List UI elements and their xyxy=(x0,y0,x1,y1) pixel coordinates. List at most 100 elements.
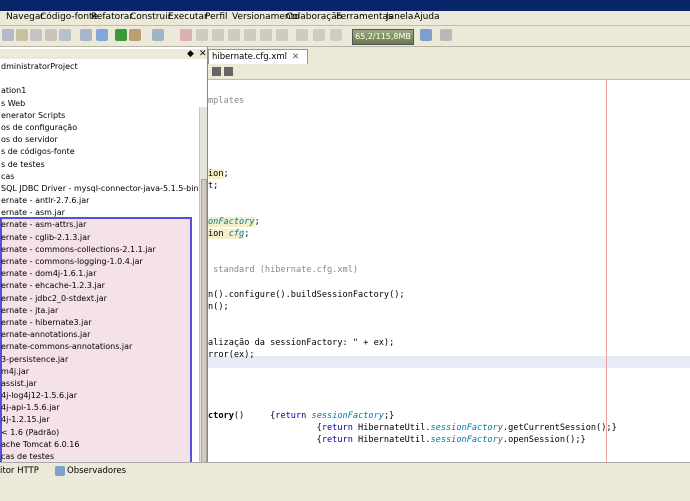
tree-item[interactable]: ernate - antlr-2.7.6.jar xyxy=(0,195,200,207)
gc-icon[interactable] xyxy=(420,29,432,41)
stop-icon[interactable] xyxy=(180,29,192,41)
code-line: {return HibernateUtil.sessionFactory.ope… xyxy=(208,434,586,446)
menu-ferramentas[interactable]: Ferramentas xyxy=(336,12,393,22)
tree-item[interactable]: ernate - jta.jar xyxy=(0,305,200,317)
menu-codigo-fonte[interactable]: Código-fonte xyxy=(40,12,98,22)
undo-icon[interactable] xyxy=(59,29,71,41)
code-token: ; xyxy=(244,229,250,240)
tree-item[interactable] xyxy=(0,73,200,85)
code-token: { xyxy=(208,434,322,445)
scrollbar-thumb[interactable] xyxy=(201,179,207,462)
continue-icon[interactable] xyxy=(212,29,224,41)
tree-item[interactable]: os do servidor xyxy=(0,134,200,146)
tree-item[interactable]: ernate-annotations.jar xyxy=(0,329,200,341)
tree-item[interactable]: ernate - asm-attrs.jar xyxy=(0,219,200,231)
clean-build-icon[interactable] xyxy=(96,29,108,41)
open-project-icon[interactable] xyxy=(16,29,28,41)
tree-item[interactable]: cas xyxy=(0,171,200,183)
tab-label: hibernate.cfg.xml xyxy=(212,52,288,62)
step-into-icon[interactable] xyxy=(244,29,256,41)
save-all-icon[interactable] xyxy=(30,29,42,41)
tree-item[interactable]: s de códigos-fonte xyxy=(0,146,200,158)
tree-item[interactable]: enerator Scripts xyxy=(0,110,200,122)
menu-refatorar[interactable]: Refatorar xyxy=(91,12,133,22)
source-view-icon[interactable] xyxy=(212,67,221,76)
menu-executar[interactable]: Executar xyxy=(168,12,208,22)
menu-construir[interactable]: Construir xyxy=(130,12,171,22)
right-margin-line xyxy=(606,79,607,462)
tree-item[interactable]: cas de testes xyxy=(0,451,200,462)
tree-item[interactable]: ernate - ehcache-1.2.3.jar xyxy=(0,280,200,292)
pause-icon[interactable] xyxy=(196,29,208,41)
code-token: t; xyxy=(208,180,219,191)
tree-item[interactable]: os de configuração xyxy=(0,122,200,134)
close-tab-icon[interactable]: ✕ xyxy=(292,52,299,62)
code-token: sessionFactory xyxy=(430,434,503,445)
code-token: () { xyxy=(233,410,276,421)
memory-indicator[interactable]: 65,2/115,8MB xyxy=(352,29,414,45)
tree-item[interactable]: ernate - hibernate3.jar xyxy=(0,317,200,329)
run-to-cursor-icon[interactable] xyxy=(276,29,288,41)
code-line: ion cfg; xyxy=(208,228,249,240)
tab-http-monitor[interactable]: itor HTTP xyxy=(0,465,39,477)
tree-item[interactable]: s de testes xyxy=(0,159,200,171)
tree-item[interactable]: ation1 xyxy=(0,85,200,97)
profile-icon[interactable] xyxy=(152,29,164,41)
tree-item[interactable]: 4j-1.2.15.jar xyxy=(0,414,200,426)
restore-icon[interactable]: ◆ xyxy=(187,49,194,59)
tree-item[interactable]: ernate - dom4j-1.6.1.jar xyxy=(0,268,200,280)
menu-perfil[interactable]: Perfil xyxy=(205,12,228,22)
editor-tab-bar: hibernate.cfg.xml ✕ xyxy=(208,47,690,65)
tree-item[interactable]: ernate - cglib-2.1.3.jar xyxy=(0,232,200,244)
close-icon[interactable]: ✕ xyxy=(199,49,207,59)
tree-item[interactable]: m4j.jar xyxy=(0,366,200,378)
code-line: rror(ex); xyxy=(208,349,255,361)
window-title-bar xyxy=(0,0,690,11)
menu-janela[interactable]: Janela xyxy=(386,12,413,22)
code-token: sessionFactory xyxy=(311,410,384,421)
code-token: { xyxy=(208,422,322,433)
code-line: ion; xyxy=(208,168,229,180)
tree-item[interactable]: 4j-api-1.5.6.jar xyxy=(0,402,200,414)
debug-icon[interactable] xyxy=(129,29,141,41)
apply-changes-icon[interactable] xyxy=(296,29,308,41)
projects-panel: ◆ ✕ dministratorProject ation1 s Web enerat… xyxy=(0,47,208,462)
code-line: mplates xyxy=(208,95,244,107)
menu-colaboracao[interactable]: Colaboração xyxy=(286,12,342,22)
tree-item[interactable]: ernate - commons-collections-2.1.1.jar xyxy=(0,244,200,256)
tree-item[interactable]: ernate - jdbc2_0-stdext.jar xyxy=(0,293,200,305)
tab-hibernate-cfg[interactable]: hibernate.cfg.xml ✕ xyxy=(208,49,309,64)
tree-item[interactable]: < 1.6 (Padrão) xyxy=(0,427,200,439)
tree-item[interactable]: SQL JDBC Driver - mysql-connector-java-5… xyxy=(0,183,200,195)
code-token: return xyxy=(321,434,353,445)
evaluate-icon[interactable] xyxy=(313,29,325,41)
window-icon[interactable] xyxy=(440,29,452,41)
build-icon[interactable] xyxy=(80,29,92,41)
history-icon[interactable] xyxy=(224,67,233,76)
code-line: alização da sessionFactory: " + ex); xyxy=(208,337,394,349)
menu-navegar[interactable]: Navegar xyxy=(6,12,44,22)
breakpoint-icon[interactable] xyxy=(330,29,342,41)
code-token: onFactory xyxy=(208,217,255,227)
vertical-scrollbar[interactable] xyxy=(199,107,207,462)
run-icon[interactable] xyxy=(115,29,127,41)
tree-item[interactable]: ache Tomcat 6.0.16 xyxy=(0,439,200,451)
cut-icon[interactable] xyxy=(45,29,57,41)
new-file-icon[interactable] xyxy=(2,29,14,41)
menu-ajuda[interactable]: Ajuda xyxy=(414,12,440,22)
code-line: onFactory; xyxy=(208,216,260,228)
step-out-icon[interactable] xyxy=(260,29,272,41)
tree-item[interactable]: ernate - asm.jar xyxy=(0,207,200,219)
tree-item[interactable]: dministratorProject xyxy=(0,61,200,73)
tree-item[interactable]: ernate-commons-annotations.jar xyxy=(0,341,200,353)
tree-item[interactable]: s Web xyxy=(0,98,200,110)
code-line: t; xyxy=(208,180,218,192)
tree-item[interactable]: ernate - commons-logging-1.0.4.jar xyxy=(0,256,200,268)
tree-item[interactable]: assist.jar xyxy=(0,378,200,390)
code-token: ; xyxy=(254,217,260,227)
tab-watches[interactable]: Observadores xyxy=(67,465,126,477)
tree-item[interactable]: 3-persistence.jar xyxy=(0,354,200,366)
step-over-icon[interactable] xyxy=(228,29,240,41)
tree-item[interactable]: 4j-log4j12-1.5.6.jar xyxy=(0,390,200,402)
code-line: n().configure().buildSessionFactory(); xyxy=(208,289,405,301)
